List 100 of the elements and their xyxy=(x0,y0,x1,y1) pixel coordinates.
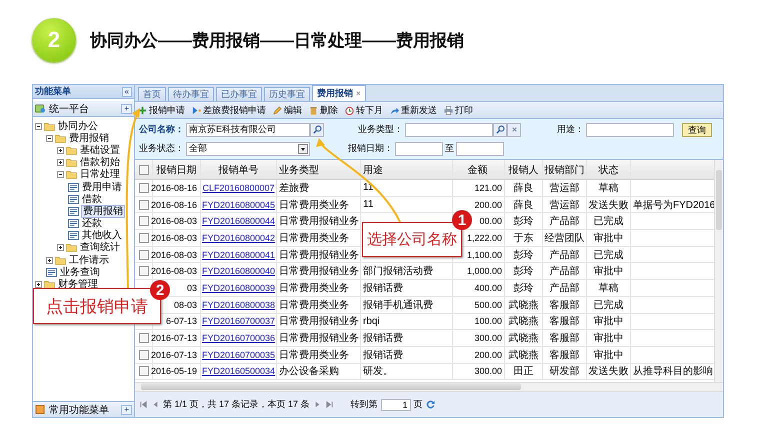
query-button[interactable]: 查询 xyxy=(682,122,712,136)
status-dropdown[interactable]: 全部 xyxy=(186,142,310,156)
tree-item[interactable]: 还款 xyxy=(81,218,103,230)
toolbar-button[interactable]: 删除 xyxy=(308,104,339,116)
tree-folder-item[interactable]: 协同办公 xyxy=(57,120,99,132)
amount-cell: 300.00 xyxy=(474,366,502,376)
row-checkbox[interactable] xyxy=(138,216,148,226)
row-checkbox[interactable] xyxy=(138,350,148,360)
tree-folder-item[interactable]: 费用报销 xyxy=(68,132,110,144)
row-checkbox[interactable] xyxy=(138,333,148,344)
page-number-field[interactable]: 1 xyxy=(380,398,411,410)
status-cell-text: 已完成 xyxy=(594,214,624,228)
tree-item[interactable]: 业务查询 xyxy=(59,266,101,278)
select-all-checkbox[interactable] xyxy=(138,164,148,174)
expand-toggle-icon[interactable] xyxy=(57,159,64,166)
expand-toggle-icon[interactable] xyxy=(57,244,64,252)
expand-toggle-icon[interactable] xyxy=(57,146,64,154)
purpose-field[interactable] xyxy=(586,122,674,136)
date-from-field[interactable] xyxy=(395,142,443,156)
collapse-button[interactable]: « xyxy=(122,86,132,96)
favorites-menu-label[interactable]: 常用功能菜单 xyxy=(49,402,118,416)
horizontal-scrollbar[interactable] xyxy=(135,382,723,392)
vertical-scrollbar[interactable] xyxy=(714,160,723,382)
last-page-icon[interactable] xyxy=(324,400,334,409)
column-header[interactable]: 状态 xyxy=(598,162,618,176)
toolbar-button[interactable]: 报销申请 xyxy=(137,104,186,116)
document-number-link[interactable]: FYD20160800039 xyxy=(202,282,276,293)
column-header[interactable]: 报销日期 xyxy=(156,162,196,176)
document-number-link[interactable]: CLF20160800007 xyxy=(202,182,275,193)
expand-button[interactable]: + xyxy=(121,104,132,114)
column-header[interactable]: 业务类型 xyxy=(279,162,319,176)
document-number-link[interactable]: FYD20160700037 xyxy=(202,316,276,326)
collapse-toggle-icon[interactable] xyxy=(46,134,53,142)
document-number-link[interactable]: FYD20160800038 xyxy=(202,300,276,310)
tree-folder-item[interactable]: 工作请示 xyxy=(68,254,110,266)
tab[interactable]: 历史事宜 xyxy=(264,87,310,101)
tab[interactable]: 待办事宜 xyxy=(168,87,214,101)
document-number-link[interactable]: FYD20160800041 xyxy=(202,250,276,260)
tree-item[interactable]: 借款 xyxy=(81,194,103,205)
form-icon xyxy=(68,219,79,228)
person-cell-text: 彭玲 xyxy=(514,282,534,295)
row-checkbox[interactable] xyxy=(138,266,148,276)
row-checkbox[interactable] xyxy=(138,250,148,260)
toolbar-button[interactable]: 重新发送 xyxy=(389,104,438,116)
expand-toggle-icon[interactable] xyxy=(35,281,42,288)
column-header[interactable]: 报销单号 xyxy=(218,162,258,176)
toolbar-button[interactable]: 编辑 xyxy=(272,104,303,116)
expand-toggle-icon[interactable] xyxy=(46,256,53,264)
document-number-link[interactable]: FYD20160800044 xyxy=(202,216,276,226)
refresh-icon[interactable] xyxy=(426,400,435,409)
tree-item[interactable]: 其他收入 xyxy=(81,230,123,242)
type-cell-text: 办公设备采购 xyxy=(279,364,339,378)
toolbar-button[interactable]: 差旅费报销申请 xyxy=(191,104,267,116)
tree-folder-item[interactable]: 日常处理 xyxy=(79,169,121,180)
document-number-link[interactable]: FYD20160700035 xyxy=(202,350,276,360)
tree-item[interactable]: 费用报销 xyxy=(81,204,125,218)
person-cell-text: 田正 xyxy=(514,365,534,378)
close-icon xyxy=(510,125,518,134)
expand-button[interactable]: + xyxy=(121,404,132,414)
date-cell: 2016-08-16 xyxy=(150,182,197,193)
department-cell-text: 产品部 xyxy=(550,248,580,262)
date-to-field[interactable] xyxy=(456,142,504,156)
row-checkbox[interactable] xyxy=(138,182,148,193)
document-number-link[interactable]: FYD20160700036 xyxy=(202,333,276,344)
toolbar-button[interactable]: 转下月 xyxy=(344,104,384,116)
callout-text: 点击报销申请 xyxy=(46,296,148,318)
tree-folder-item[interactable]: 财务管理 xyxy=(57,279,99,290)
document-number-link[interactable]: FYD20160800042 xyxy=(202,232,276,243)
platform-label[interactable]: 统一平台 xyxy=(49,102,118,116)
document-number-link[interactable]: FYD20160500034 xyxy=(202,366,276,376)
toolbar-button[interactable]: 打印 xyxy=(443,104,474,116)
column-header[interactable]: 用途 xyxy=(363,162,383,176)
row-checkbox[interactable] xyxy=(138,366,148,376)
next-page-icon[interactable] xyxy=(312,400,322,409)
collapse-toggle-icon[interactable] xyxy=(57,171,64,178)
tab[interactable]: 已办事宜 xyxy=(216,87,262,101)
row-checkbox[interactable] xyxy=(138,200,148,210)
tab[interactable]: 费用报销 × xyxy=(312,85,366,101)
search-button[interactable] xyxy=(493,122,507,136)
business-type-field[interactable] xyxy=(405,122,493,136)
tree-folder-item[interactable]: 基础设置 xyxy=(79,144,121,156)
column-header[interactable]: 金额 xyxy=(468,162,488,176)
row-checkbox[interactable] xyxy=(138,232,148,243)
amount-cell: 1,222.00 xyxy=(466,232,502,243)
tree-item[interactable]: 费用申请 xyxy=(81,182,123,193)
document-number-link[interactable]: FYD20160800040 xyxy=(202,266,276,276)
collapse-toggle-icon[interactable] xyxy=(35,122,42,130)
clear-button[interactable] xyxy=(507,122,521,136)
column-header[interactable]: 报销部门 xyxy=(544,162,584,176)
search-button[interactable] xyxy=(310,122,324,136)
company-field[interactable]: 南京苏E科技有限公司 xyxy=(186,122,310,136)
first-page-icon[interactable] xyxy=(139,400,148,409)
column-header[interactable]: 报销人 xyxy=(508,162,538,176)
person-cell-text: 武晓燕 xyxy=(508,314,538,328)
tree-folder-item[interactable]: 查询统计 xyxy=(79,242,121,254)
tab[interactable]: 首页 xyxy=(138,87,166,101)
document-number-link[interactable]: FYD20160800045 xyxy=(202,200,276,210)
previous-page-icon[interactable] xyxy=(151,400,160,409)
form-icon xyxy=(68,182,79,192)
tree-folder-item[interactable]: 借款初始 xyxy=(79,157,121,168)
